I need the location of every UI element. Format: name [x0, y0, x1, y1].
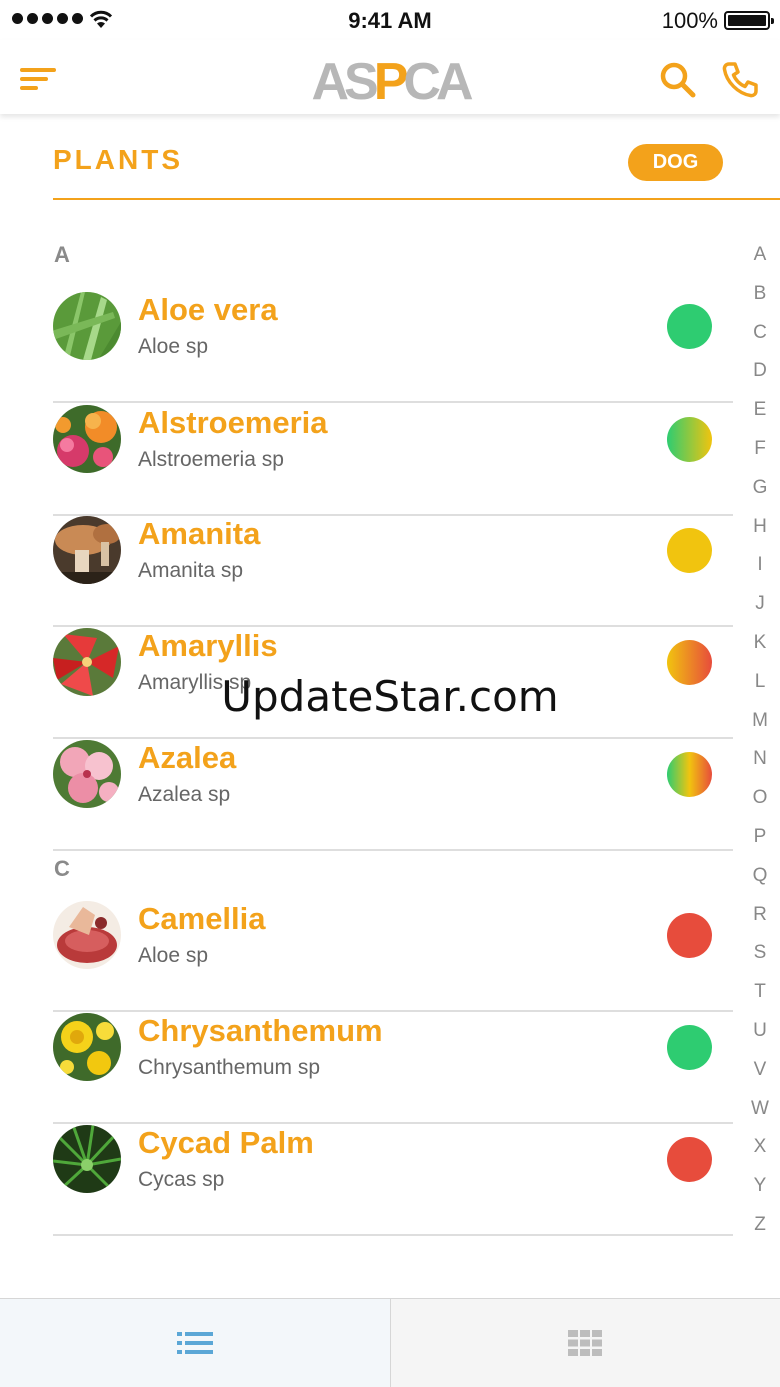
- index-letter-o[interactable]: O: [740, 785, 780, 824]
- group-header-a: A: [54, 242, 70, 267]
- plant-row-cycad-palm[interactable]: Cycad Palm Cycas sp: [53, 1125, 733, 1236]
- plant-name: Amaryllis: [138, 628, 278, 663]
- divider: [53, 849, 733, 851]
- toxicity-indicator: [667, 304, 712, 349]
- navigation-bar: ASPCA: [0, 40, 780, 114]
- index-letter-n[interactable]: N: [740, 746, 780, 785]
- plant-scientific-name: Alstroemeria sp: [138, 448, 284, 471]
- plant-thumbnail: [53, 516, 121, 584]
- plant-name: Amanita: [138, 516, 261, 551]
- divider: [53, 737, 733, 739]
- index-letter-d[interactable]: D: [740, 358, 780, 397]
- plant-scientific-name: Amanita sp: [138, 559, 244, 582]
- plant-name: Alstroemeria: [138, 405, 328, 440]
- divider: [53, 1122, 733, 1124]
- index-letter-p[interactable]: P: [740, 824, 780, 863]
- index-letter-w[interactable]: W: [740, 1096, 780, 1135]
- index-letter-j[interactable]: J: [740, 591, 780, 630]
- toxicity-indicator: [667, 528, 712, 573]
- plant-row-alstroemeria[interactable]: Alstroemeria Alstroemeria sp: [53, 405, 733, 516]
- plant-name: Camellia: [138, 901, 266, 936]
- index-letter-b[interactable]: B: [740, 281, 780, 320]
- divider: [53, 401, 733, 403]
- divider: [53, 1010, 733, 1012]
- plant-name: Aloe vera: [138, 292, 278, 327]
- index-letter-a[interactable]: A: [740, 242, 780, 281]
- plant-thumbnail: [53, 901, 121, 969]
- grid-view-tab[interactable]: [390, 1299, 780, 1387]
- toxicity-indicator: [667, 752, 712, 797]
- page-title: PLANTS: [53, 144, 183, 175]
- plant-thumbnail: [53, 405, 121, 473]
- plant-scientific-name: Cycas sp: [138, 1168, 225, 1191]
- index-letter-e[interactable]: E: [740, 397, 780, 436]
- plant-thumbnail: [53, 1125, 121, 1193]
- plant-scientific-name: Aloe sp: [138, 944, 209, 967]
- index-letter-i[interactable]: I: [740, 552, 780, 591]
- plant-row-camellia[interactable]: Camellia Aloe sp: [53, 901, 733, 1012]
- plant-scientific-name: Azalea sp: [138, 783, 231, 806]
- plant-scientific-name: Aloe sp: [138, 335, 209, 358]
- index-letter-s[interactable]: S: [740, 940, 780, 979]
- plant-row-azalea[interactable]: Azalea Azalea sp: [53, 740, 733, 851]
- index-letter-t[interactable]: T: [740, 979, 780, 1018]
- plant-row-aloe-vera[interactable]: Aloe vera Aloe sp: [53, 292, 733, 403]
- index-letter-r[interactable]: R: [740, 902, 780, 941]
- search-icon[interactable]: [658, 60, 698, 100]
- index-letter-f[interactable]: F: [740, 436, 780, 475]
- index-letter-c[interactable]: C: [740, 320, 780, 359]
- plant-thumbnail: [53, 1013, 121, 1081]
- index-letter-h[interactable]: H: [740, 514, 780, 553]
- phone-icon[interactable]: [720, 60, 760, 100]
- plant-row-amanita[interactable]: Amanita Amanita sp: [53, 516, 733, 627]
- divider: [53, 1234, 733, 1236]
- section-header: PLANTS DOG: [53, 114, 780, 200]
- toxicity-indicator: [667, 1025, 712, 1070]
- plant-thumbnail: [53, 740, 121, 808]
- plant-row-chrysanthemum[interactable]: Chrysanthemum Chrysanthemum sp: [53, 1013, 733, 1124]
- divider: [53, 625, 733, 627]
- index-letter-z[interactable]: Z: [740, 1212, 780, 1251]
- plant-scientific-name: Chrysanthemum sp: [138, 1056, 321, 1079]
- toxicity-indicator: [667, 913, 712, 958]
- plant-thumbnail: [53, 292, 121, 360]
- index-letter-q[interactable]: Q: [740, 863, 780, 902]
- battery-percentage: 100%: [661, 8, 718, 33]
- watermark: UpdateStar.com: [221, 672, 559, 721]
- group-header-c: C: [54, 856, 70, 881]
- alphabet-index[interactable]: ABCDEFGHIJKLMNOPQRSTUVWXYZ: [740, 242, 780, 1251]
- index-letter-x[interactable]: X: [740, 1134, 780, 1173]
- index-letter-k[interactable]: K: [740, 630, 780, 669]
- index-letter-v[interactable]: V: [740, 1057, 780, 1096]
- index-letter-u[interactable]: U: [740, 1018, 780, 1057]
- index-letter-y[interactable]: Y: [740, 1173, 780, 1212]
- toxicity-indicator: [667, 417, 712, 462]
- index-letter-g[interactable]: G: [740, 475, 780, 514]
- dog-filter-button[interactable]: DOG: [628, 144, 723, 181]
- list-view-tab[interactable]: [0, 1299, 391, 1387]
- grid-icon: [568, 1330, 603, 1356]
- tab-bar: [0, 1298, 780, 1387]
- list-icon: [176, 1332, 213, 1354]
- plant-name: Chrysanthemum: [138, 1013, 383, 1048]
- plant-name: Cycad Palm: [138, 1125, 314, 1160]
- status-bar: 9:41 AM 100%: [0, 0, 780, 40]
- toxicity-indicator: [667, 1137, 712, 1182]
- battery-icon: [724, 11, 774, 30]
- plant-name: Azalea: [138, 740, 237, 775]
